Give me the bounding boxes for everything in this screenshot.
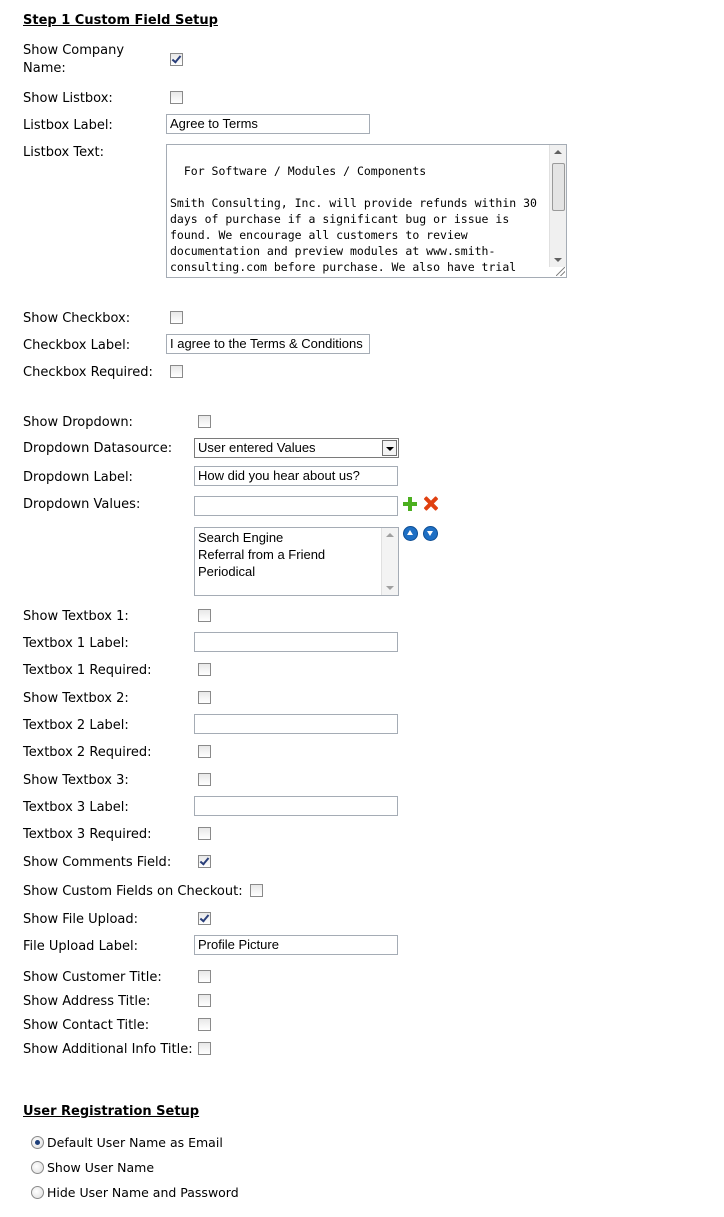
chevron-down-icon[interactable] xyxy=(382,440,397,456)
show-comments-label: Show Comments Field: xyxy=(23,855,172,870)
show-file-upload-label: Show File Upload: xyxy=(23,912,139,927)
show-textbox1-label: Show Textbox 1: xyxy=(23,609,129,624)
dropdown-values-input[interactable] xyxy=(194,496,398,516)
show-company-name-label-line1: Show Company xyxy=(23,43,125,58)
textbox1-label-input[interactable] xyxy=(194,632,398,652)
dropdown-label-input[interactable]: How did you hear about us? xyxy=(194,466,398,486)
section-title-user-registration: User Registration Setup xyxy=(23,1104,200,1119)
radio-show-user-name[interactable] xyxy=(31,1161,44,1174)
show-additional-info-title-checkbox[interactable] xyxy=(198,1042,211,1055)
textbox3-required-label: Textbox 3 Required: xyxy=(23,827,152,842)
textbox2-label-label: Textbox 2 Label: xyxy=(23,718,129,733)
listbox-scrollbar[interactable] xyxy=(381,528,398,595)
textbox2-required-checkbox[interactable] xyxy=(198,745,211,758)
textbox2-label-input[interactable] xyxy=(194,714,398,734)
listbox-text-label: Listbox Text: xyxy=(23,145,105,160)
show-textbox2-label: Show Textbox 2: xyxy=(23,691,129,706)
list-item[interactable]: Periodical xyxy=(198,563,395,580)
checkbox-label-label: Checkbox Label: xyxy=(23,338,131,353)
show-contact-title-label: Show Contact Title: xyxy=(23,1018,150,1033)
scroll-up-arrow-icon[interactable] xyxy=(554,150,562,154)
listbox-text-content: For Software / Modules / Components Smit… xyxy=(170,164,537,277)
textbox1-required-label: Textbox 1 Required: xyxy=(23,663,152,678)
file-upload-label-input[interactable]: Profile Picture xyxy=(194,935,398,955)
show-textbox2-checkbox[interactable] xyxy=(198,691,211,704)
radio-label-default-user-name-as-email[interactable]: Default User Name as Email xyxy=(47,1135,223,1151)
scroll-down-arrow-icon[interactable] xyxy=(386,586,394,590)
textbox3-required-checkbox[interactable] xyxy=(198,827,211,840)
listbox-label-input[interactable]: Agree to Terms xyxy=(166,114,370,134)
show-custom-checkout-label: Show Custom Fields on Checkout: xyxy=(23,884,243,899)
textbox1-required-checkbox[interactable] xyxy=(198,663,211,676)
dropdown-datasource-value: User entered Values xyxy=(198,440,316,455)
show-company-name-label: Show Company Name: xyxy=(23,42,124,78)
show-textbox1-checkbox[interactable] xyxy=(198,609,211,622)
show-checkbox-label: Show Checkbox: xyxy=(23,311,131,326)
show-dropdown-label: Show Dropdown: xyxy=(23,415,133,430)
show-textbox3-checkbox[interactable] xyxy=(198,773,211,786)
listbox-text-textarea[interactable]: For Software / Modules / Components Smit… xyxy=(166,144,567,278)
move-down-arrow-icon[interactable] xyxy=(423,526,438,541)
move-up-arrow-icon[interactable] xyxy=(403,526,418,541)
show-address-title-label: Show Address Title: xyxy=(23,994,151,1009)
dropdown-datasource-select[interactable]: User entered Values xyxy=(194,438,399,458)
radio-label-show-user-name[interactable]: Show User Name xyxy=(47,1160,154,1176)
radio-label-hide-user-name-and-password[interactable]: Hide User Name and Password xyxy=(47,1185,239,1201)
scroll-thumb[interactable] xyxy=(552,163,565,211)
radio-hide-user-name-and-password[interactable] xyxy=(31,1186,44,1199)
resize-grip-icon[interactable] xyxy=(556,267,565,276)
show-contact-title-checkbox[interactable] xyxy=(198,1018,211,1031)
textbox1-label-label: Textbox 1 Label: xyxy=(23,636,129,651)
show-checkbox-checkbox[interactable] xyxy=(170,311,183,324)
scroll-up-arrow-icon[interactable] xyxy=(386,533,394,537)
checkbox-required-label: Checkbox Required: xyxy=(23,365,153,380)
list-item[interactable]: Search Engine xyxy=(198,529,395,546)
textbox2-required-label: Textbox 2 Required: xyxy=(23,745,152,760)
checkbox-label-input[interactable]: I agree to the Terms & Conditions xyxy=(166,334,370,354)
show-customer-title-checkbox[interactable] xyxy=(198,970,211,983)
scroll-down-arrow-icon[interactable] xyxy=(554,258,562,262)
show-comments-checkbox[interactable] xyxy=(198,855,211,868)
textbox3-label-label: Textbox 3 Label: xyxy=(23,800,129,815)
add-value-plus-icon[interactable] xyxy=(403,497,417,511)
textbox3-label-input[interactable] xyxy=(194,796,398,816)
show-address-title-checkbox[interactable] xyxy=(198,994,211,1007)
listbox-text-scrollbar[interactable] xyxy=(549,145,566,267)
show-custom-checkout-checkbox[interactable] xyxy=(250,884,263,897)
remove-value-x-icon[interactable] xyxy=(423,496,438,511)
show-textbox3-label: Show Textbox 3: xyxy=(23,773,129,788)
dropdown-datasource-label: Dropdown Datasource: xyxy=(23,441,173,456)
list-item[interactable]: Referral from a Friend xyxy=(198,546,395,563)
radio-default-user-name-as-email[interactable] xyxy=(31,1136,44,1149)
show-listbox-checkbox[interactable] xyxy=(170,91,183,104)
show-file-upload-checkbox[interactable] xyxy=(198,912,211,925)
show-dropdown-checkbox[interactable] xyxy=(198,415,211,428)
listbox-label-label: Listbox Label: xyxy=(23,118,113,133)
section-title-custom-field-setup: Step 1 Custom Field Setup xyxy=(23,13,218,28)
show-company-name-checkbox[interactable] xyxy=(170,53,183,66)
dropdown-values-listbox[interactable]: Search Engine Referral from a Friend Per… xyxy=(194,527,399,596)
show-additional-info-title-label: Show Additional Info Title: xyxy=(23,1042,193,1057)
checkbox-required-checkbox[interactable] xyxy=(170,365,183,378)
show-listbox-label: Show Listbox: xyxy=(23,91,113,106)
show-company-name-label-line2: Name: xyxy=(23,61,66,76)
file-upload-label-label: File Upload Label: xyxy=(23,939,139,954)
dropdown-values-label: Dropdown Values: xyxy=(23,497,141,512)
dropdown-label-label: Dropdown Label: xyxy=(23,470,133,485)
show-customer-title-label: Show Customer Title: xyxy=(23,970,162,985)
